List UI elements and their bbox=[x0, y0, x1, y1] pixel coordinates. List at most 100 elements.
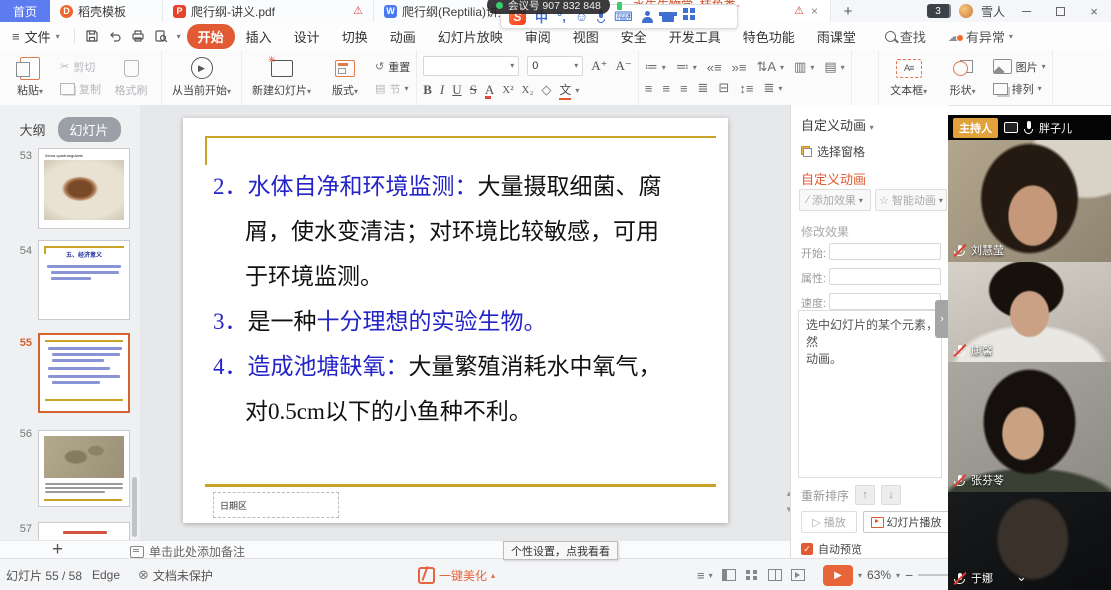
bullet-list-button[interactable]: ≔▾ bbox=[645, 59, 666, 75]
decrease-indent-icon[interactable]: «≡ bbox=[707, 60, 722, 75]
slideshow-play-button[interactable]: 幻灯片播放 bbox=[863, 511, 949, 533]
selection-pane-button[interactable]: 选择窗格 bbox=[801, 143, 865, 160]
pinyin-guide-button[interactable]: 文▾ bbox=[559, 81, 579, 100]
skin-icon[interactable] bbox=[662, 12, 674, 22]
ribbon-tab-design[interactable]: 设计 bbox=[283, 24, 331, 49]
slideshow-play-pill[interactable]: ▶ bbox=[823, 565, 853, 586]
slide-canvas[interactable]: 2．水体自净和环境监测：大量摄取细菌、腐屑，使水变清洁；对环境比较敏感，可用于环… bbox=[183, 118, 728, 523]
property-input[interactable] bbox=[829, 268, 941, 285]
slide-sorter-view-button[interactable] bbox=[745, 569, 759, 581]
undo-icon[interactable] bbox=[108, 29, 122, 43]
distribute-icon[interactable]: ⊟ bbox=[718, 80, 729, 96]
arrange-button[interactable]: 排列▾ bbox=[993, 81, 1046, 97]
browser-indicator[interactable]: Edge bbox=[92, 559, 120, 590]
align-left-icon[interactable]: ≡ bbox=[645, 81, 653, 96]
tab-outline[interactable]: 大纲 bbox=[19, 120, 45, 139]
collapse-chevron-icon[interactable]: ⌄ bbox=[1016, 569, 1027, 585]
date-placeholder[interactable]: 日期区 bbox=[213, 492, 339, 518]
move-up-button[interactable]: ↑ bbox=[855, 485, 875, 505]
new-tab-button[interactable]: + bbox=[831, 0, 865, 22]
bold-button[interactable]: B bbox=[423, 82, 432, 98]
picture-button[interactable]: 图片▾ bbox=[993, 59, 1046, 75]
host-video-tile[interactable]: 主持人 胖子儿 bbox=[948, 115, 1111, 140]
text-effects-button[interactable]: ▤▾ bbox=[824, 59, 844, 75]
sync-status[interactable]: ☁ 有异常 ▾ bbox=[948, 27, 1013, 46]
copy-button[interactable]: 复制 bbox=[60, 81, 101, 97]
shapes-button[interactable]: 形状▾ bbox=[939, 55, 987, 100]
participant-video-tile[interactable]: 于娜 ⌄ bbox=[948, 492, 1111, 590]
document-protection-status[interactable]: ⊗ 文档未保护 bbox=[138, 559, 213, 590]
font-family-select[interactable]: ▾ bbox=[423, 56, 519, 76]
paste-button[interactable]: 粘贴▾ bbox=[6, 55, 54, 100]
participant-video-tile[interactable]: 刘慧莹 bbox=[948, 140, 1111, 262]
format-painter-button[interactable]: 格式刷 bbox=[107, 55, 155, 100]
ribbon-tab-animation[interactable]: 动画 bbox=[379, 24, 427, 49]
ribbon-tab-rain-classroom[interactable]: 雨课堂 bbox=[806, 24, 867, 49]
custom-animation-section-label[interactable]: 自定义动画 bbox=[801, 169, 866, 188]
superscript-button[interactable]: X² bbox=[502, 84, 513, 96]
participant-video-tile[interactable]: 张芬苓 bbox=[948, 362, 1111, 492]
slide-body-text[interactable]: 2．水体自净和环境监测：大量摄取细菌、腐屑，使水变清洁；对环境比较敏感，可用于环… bbox=[213, 164, 678, 434]
zoom-out-button[interactable]: − bbox=[905, 567, 913, 583]
layout-button[interactable]: 版式▾ bbox=[321, 55, 369, 100]
ribbon-tab-home[interactable]: 开始 bbox=[187, 24, 235, 49]
extension-badge[interactable]: 3 bbox=[927, 4, 951, 18]
user-avatar[interactable] bbox=[959, 4, 973, 18]
close-window-button[interactable]: × bbox=[1081, 2, 1107, 20]
speed-input[interactable] bbox=[829, 293, 941, 310]
toolbox-grid-icon[interactable] bbox=[683, 8, 688, 13]
save-icon[interactable] bbox=[85, 29, 99, 43]
textbox-button[interactable]: A≡ 文本框▾ bbox=[885, 55, 933, 100]
columns-button[interactable]: ▥▾ bbox=[794, 59, 814, 75]
cut-button[interactable]: ✂剪切 bbox=[60, 59, 101, 75]
file-menu[interactable]: ≡ 文件 ▾ bbox=[0, 27, 70, 46]
one-click-beautify-button[interactable]: 一键美化 ▴ bbox=[418, 559, 495, 590]
minimize-button[interactable] bbox=[1013, 2, 1039, 20]
italic-button[interactable]: I bbox=[440, 82, 444, 98]
clear-format-icon[interactable]: ◇ bbox=[541, 82, 551, 98]
reset-button[interactable]: ↺重置 bbox=[375, 59, 410, 75]
justify-icon[interactable]: ≣ bbox=[698, 80, 709, 96]
slide-thumbnail-56[interactable] bbox=[38, 430, 130, 507]
tab-docer[interactable]: D 稻壳模板 bbox=[50, 0, 163, 22]
numbered-list-button[interactable]: ≕▾ bbox=[676, 59, 697, 75]
underline-button[interactable]: U bbox=[452, 82, 461, 98]
section-button[interactable]: ▤节▾ bbox=[375, 81, 410, 97]
print-preview-icon[interactable] bbox=[154, 29, 168, 43]
smart-animation-button[interactable]: ☆智能动画▾ bbox=[875, 189, 947, 211]
paragraph-spacing-button[interactable]: ≣▾ bbox=[763, 80, 782, 96]
slide-thumbnail-55-current[interactable] bbox=[38, 333, 130, 413]
play-button[interactable]: ▷播放 bbox=[801, 511, 857, 533]
slide-thumbnail-57[interactable] bbox=[38, 522, 130, 540]
ribbon-tab-insert[interactable]: 插入 bbox=[235, 24, 283, 49]
increase-font-icon[interactable]: A⁺ bbox=[591, 58, 607, 74]
slideshow-view-button[interactable] bbox=[791, 569, 805, 581]
ribbon-tab-transition[interactable]: 切换 bbox=[331, 24, 379, 49]
tab-pdf-document[interactable]: P 爬行纲-讲义.pdf ⚠ bbox=[163, 0, 374, 22]
auto-preview-checkbox[interactable]: ✓ 自动预览 bbox=[801, 541, 862, 557]
reading-view-button[interactable] bbox=[768, 569, 782, 581]
line-spacing-icon[interactable]: ↕≡ bbox=[739, 81, 753, 96]
chevron-down-icon[interactable]: ▾ bbox=[896, 571, 900, 580]
font-size-select[interactable]: 0▾ bbox=[527, 56, 583, 76]
subscript-button[interactable]: X₂ bbox=[522, 84, 534, 96]
move-down-button[interactable]: ↓ bbox=[881, 485, 901, 505]
panel-title-dropdown[interactable]: 自定义动画 ▾ bbox=[801, 115, 874, 134]
start-input[interactable] bbox=[829, 243, 941, 260]
restore-button[interactable] bbox=[1047, 2, 1073, 20]
animation-list-box[interactable]: 选中幻灯片的某个元素，然 动画。 bbox=[798, 310, 942, 478]
ime-account-icon[interactable] bbox=[642, 11, 653, 23]
slide-thumbnail-53[interactable]: Alona quadrangularis bbox=[38, 148, 130, 229]
chevron-down-icon[interactable]: ▾ bbox=[177, 32, 181, 41]
text-direction-button[interactable]: ⇅A▾ bbox=[756, 59, 784, 75]
tab-slides[interactable]: 幻灯片 bbox=[58, 117, 121, 142]
align-right-icon[interactable]: ≡ bbox=[680, 81, 688, 96]
new-slide-button[interactable]: ✳ 新建幻灯片▾ bbox=[248, 55, 315, 100]
tab-home[interactable]: 首页 bbox=[0, 0, 50, 22]
status-menu-button[interactable]: ≡▾ bbox=[697, 568, 713, 583]
close-tab-icon[interactable]: × bbox=[809, 4, 820, 18]
thumbnail-scrollbar[interactable] bbox=[132, 477, 137, 537]
add-effect-button[interactable]: ∕添加效果▾ bbox=[799, 189, 871, 211]
strikethrough-button[interactable]: S bbox=[470, 82, 477, 98]
ribbon-tab-features[interactable]: 特色功能 bbox=[732, 24, 806, 49]
